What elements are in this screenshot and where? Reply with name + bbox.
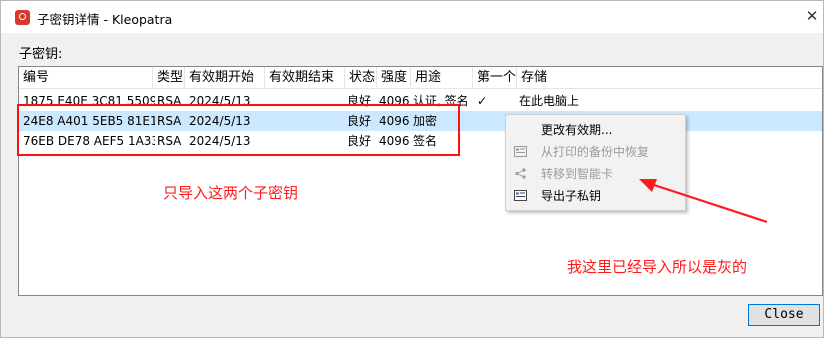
- annotation-gray-note: 我这里已经导入所以是灰的: [567, 258, 748, 276]
- annotation-highlight-box: [17, 104, 460, 156]
- column-header-strength[interactable]: 强度: [377, 67, 411, 89]
- menu-item-label: 更改有效期...: [541, 123, 613, 137]
- column-header-valid-from[interactable]: 有效期开始: [185, 67, 265, 89]
- column-header-valid-until[interactable]: 有效期结束: [265, 67, 345, 89]
- menu-item-export-private-subkey[interactable]: 导出子私钥: [506, 185, 685, 207]
- subkey-details-window: 子密钥详情 - Kleopatra ✕ 子密钥: 编号 类型 有效期开始 有效期…: [0, 0, 824, 338]
- annotation-import-note: 只导入这两个子密钥: [163, 184, 299, 202]
- close-button[interactable]: Close: [748, 304, 820, 326]
- window-title: 子密钥详情 - Kleopatra: [37, 12, 173, 27]
- menu-item-restore-printed-backup: 从打印的备份中恢复: [506, 141, 685, 163]
- cell-storage: 在此电脑上: [519, 94, 580, 108]
- menu-item-label: 导出子私钥: [541, 189, 602, 203]
- kleopatra-app-icon: [15, 10, 30, 25]
- subkeys-section-label: 子密钥:: [19, 47, 63, 62]
- list-header: 编号 类型 有效期开始 有效期结束 状态 强度 用途 第一个 存储: [19, 67, 822, 89]
- column-header-type[interactable]: 类型: [153, 67, 185, 89]
- column-header-id[interactable]: 编号: [19, 67, 153, 89]
- export-icon: [514, 190, 527, 201]
- column-header-usage[interactable]: 用途: [411, 67, 473, 89]
- column-header-status[interactable]: 状态: [345, 67, 377, 89]
- context-menu: 更改有效期... 从打印的备份中恢复 转移到智能卡 导出子私钥: [505, 114, 686, 211]
- menu-item-change-expiry[interactable]: 更改有效期...: [506, 119, 685, 141]
- restore-icon: [514, 146, 527, 157]
- share-icon: [515, 168, 526, 179]
- menu-item-label: 从打印的备份中恢复: [541, 145, 650, 159]
- window-close-icon[interactable]: ✕: [803, 7, 821, 25]
- column-header-primary[interactable]: 第一个: [473, 67, 517, 89]
- menu-item-label: 转移到智能卡: [541, 167, 614, 181]
- cell-primary-check: ✓: [477, 94, 488, 108]
- menu-item-transfer-to-smartcard: 转移到智能卡: [506, 163, 685, 185]
- title-bar: 子密钥详情 - Kleopatra ✕: [1, 1, 823, 33]
- column-header-storage[interactable]: 存储: [517, 67, 822, 89]
